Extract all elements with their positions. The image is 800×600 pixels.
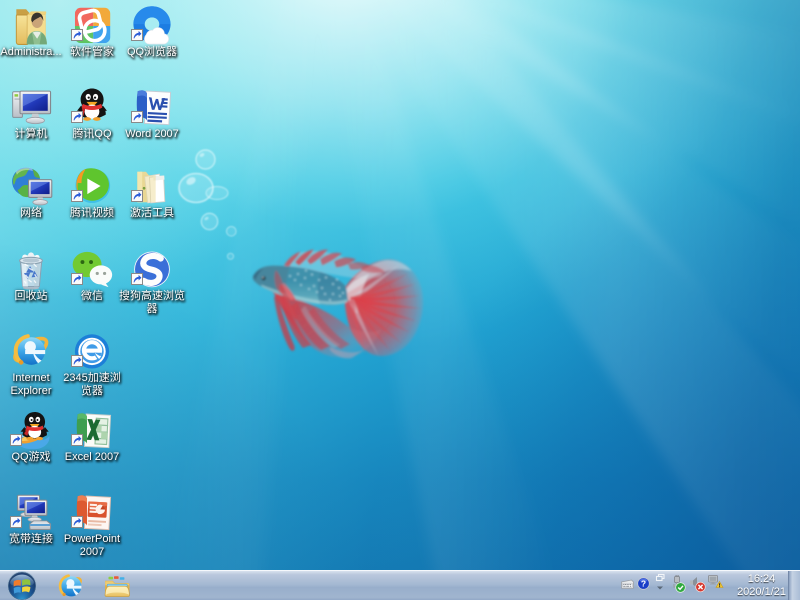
svg-text:?: ? xyxy=(641,578,646,588)
